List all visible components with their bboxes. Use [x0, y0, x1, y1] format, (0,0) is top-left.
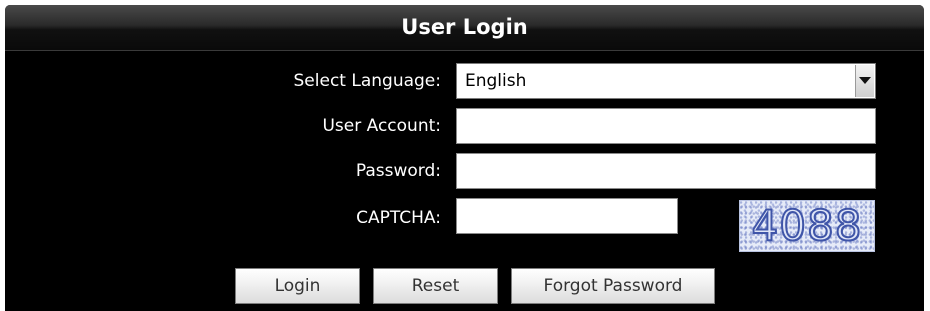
- password-input[interactable]: [456, 153, 876, 189]
- account-input[interactable]: [456, 108, 876, 144]
- forgot-password-button[interactable]: Forgot Password: [511, 268, 715, 304]
- title-bar: User Login: [5, 5, 924, 51]
- page-title: User Login: [401, 15, 528, 39]
- language-select[interactable]: English: [456, 63, 876, 99]
- login-panel: User Login Select Language: English User…: [5, 5, 924, 311]
- password-label: Password:: [355, 161, 441, 181]
- language-selected-value: English: [465, 71, 527, 91]
- language-dropdown-button[interactable]: [855, 65, 874, 97]
- account-label: User Account:: [322, 116, 441, 136]
- chevron-down-icon: [859, 77, 871, 84]
- language-label: Select Language:: [293, 71, 441, 91]
- captcha-input[interactable]: [456, 198, 678, 234]
- reset-button[interactable]: Reset: [373, 268, 498, 304]
- captcha-code: 4088: [751, 201, 863, 251]
- captcha-label: CAPTCHA:: [356, 208, 441, 228]
- captcha-image[interactable]: 4088: [739, 200, 875, 252]
- login-button[interactable]: Login: [235, 268, 360, 304]
